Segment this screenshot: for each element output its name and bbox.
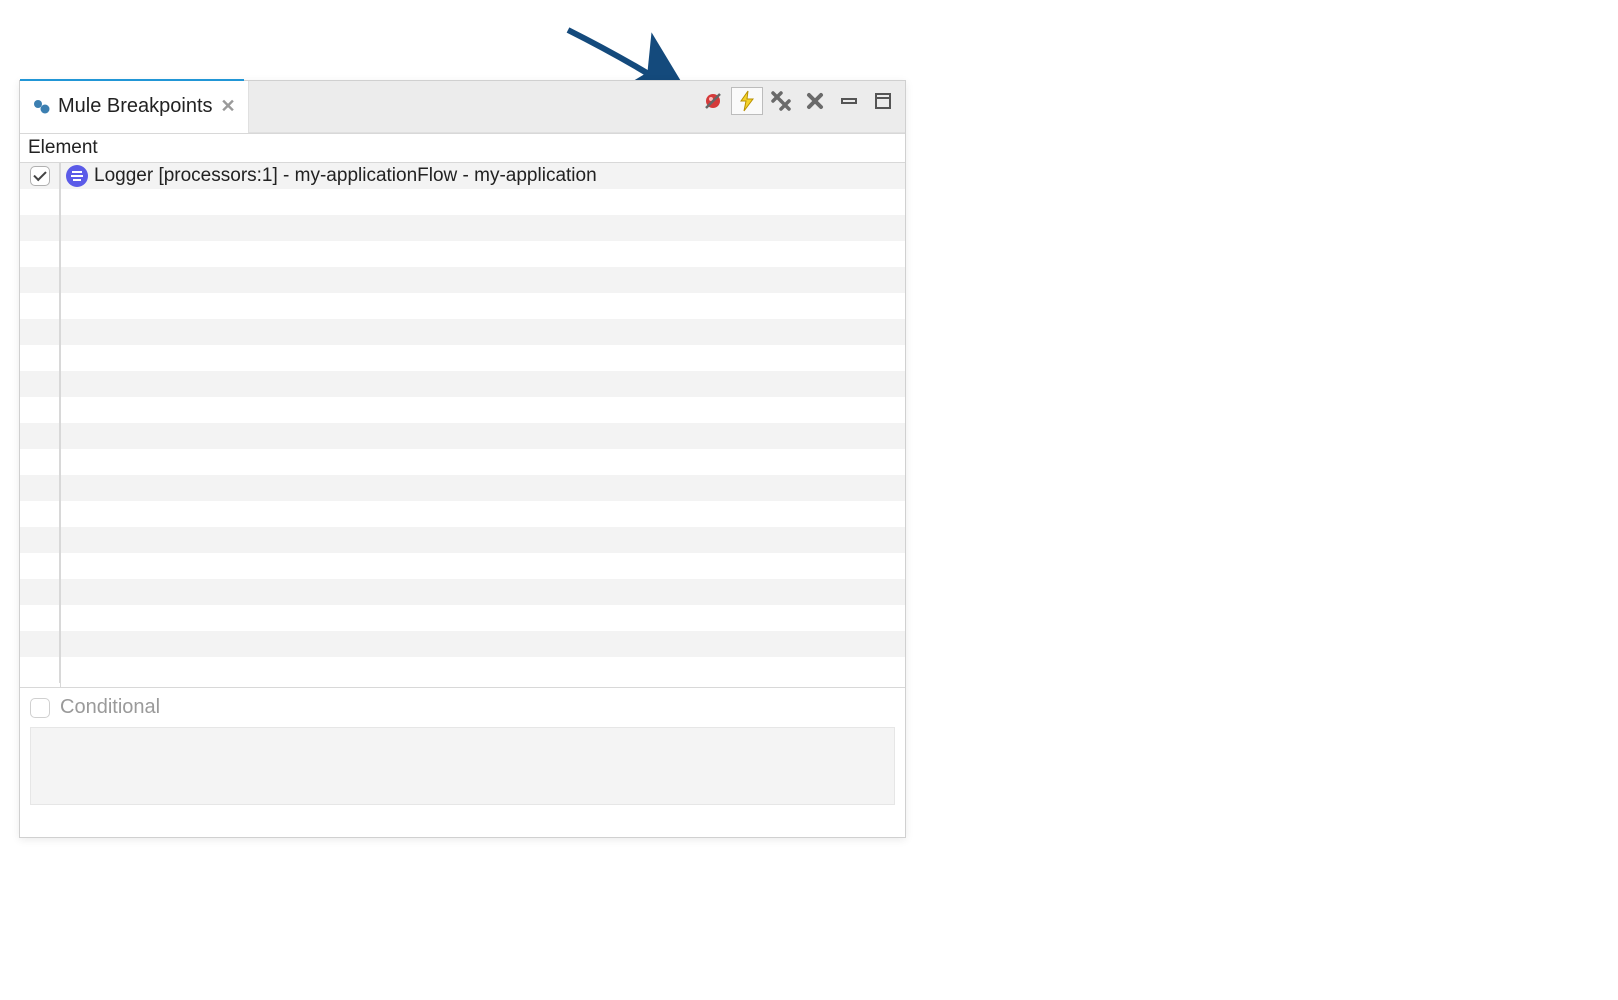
table-row <box>20 189 905 215</box>
table-row <box>20 293 905 319</box>
table-row <box>20 501 905 527</box>
table-row <box>20 553 905 579</box>
table-row <box>20 345 905 371</box>
row-checkbox-cell <box>20 397 60 423</box>
row-checkbox-cell <box>20 553 60 579</box>
row-checkbox-cell <box>20 605 60 631</box>
logger-icon <box>66 165 88 187</box>
row-checkbox-cell <box>20 449 60 475</box>
table-row <box>20 475 905 501</box>
close-tab-icon[interactable]: ✕ <box>219 96 238 117</box>
double-x-icon <box>770 90 792 112</box>
column-header-element[interactable]: Element <box>20 133 905 163</box>
table-row <box>20 605 905 631</box>
table-row <box>20 319 905 345</box>
column-header-label: Element <box>28 137 98 159</box>
table-row <box>20 423 905 449</box>
table-row <box>20 371 905 397</box>
row-checkbox-cell <box>20 163 60 189</box>
table-row <box>20 397 905 423</box>
breakpoint-enabled-checkbox[interactable] <box>30 166 50 186</box>
row-checkbox-cell <box>20 501 60 527</box>
maximize-icon <box>874 92 892 110</box>
row-checkbox-cell <box>20 189 60 215</box>
lightning-icon <box>737 90 757 112</box>
row-checkbox-cell <box>20 241 60 267</box>
row-checkbox-cell <box>20 215 60 241</box>
row-checkbox-cell <box>20 527 60 553</box>
row-checkbox-cell <box>20 423 60 449</box>
breakpoint-label: Logger [processors:1] - my-applicationFl… <box>94 165 597 187</box>
breakpoints-table: Logger [processors:1] - my-applicationFl… <box>20 163 905 687</box>
table-row[interactable]: Logger [processors:1] - my-applicationFl… <box>20 163 905 189</box>
maximize-button[interactable] <box>867 87 899 115</box>
remove-breakpoint-button[interactable] <box>799 87 831 115</box>
row-checkbox-cell <box>20 267 60 293</box>
x-icon <box>805 91 825 111</box>
row-checkbox-cell <box>20 319 60 345</box>
row-checkbox-cell <box>20 371 60 397</box>
row-content: Logger [processors:1] - my-applicationFl… <box>60 165 597 187</box>
tab-bar: Mule Breakpoints ✕ <box>20 81 905 133</box>
row-checkbox-cell <box>20 475 60 501</box>
skip-breakpoint-icon <box>703 91 723 111</box>
minimize-button[interactable] <box>833 87 865 115</box>
table-row <box>20 215 905 241</box>
row-checkbox-cell <box>20 631 60 657</box>
row-checkbox-cell <box>20 293 60 319</box>
conditional-expression-input <box>30 727 895 805</box>
breakpoints-tab-icon <box>32 97 52 117</box>
column-divider <box>60 163 61 687</box>
exception-breakpoint-button[interactable] <box>731 87 763 115</box>
minimize-icon <box>840 92 858 110</box>
conditional-section: Conditional <box>20 687 905 813</box>
remove-all-breakpoints-button[interactable] <box>765 87 797 115</box>
row-checkbox-cell <box>20 345 60 371</box>
table-row <box>20 267 905 293</box>
conditional-checkbox <box>30 698 50 718</box>
conditional-label: Conditional <box>60 696 160 719</box>
row-checkbox-cell <box>20 579 60 605</box>
table-row <box>20 241 905 267</box>
table-row <box>20 631 905 657</box>
row-checkbox-cell <box>20 657 60 683</box>
table-row <box>20 449 905 475</box>
table-row <box>20 657 905 683</box>
skip-breakpoints-button[interactable] <box>697 87 729 115</box>
table-row <box>20 527 905 553</box>
tab-title: Mule Breakpoints <box>58 95 213 118</box>
tab-mule-breakpoints[interactable]: Mule Breakpoints ✕ <box>20 81 249 133</box>
toolbar <box>697 81 899 133</box>
table-row <box>20 579 905 605</box>
breakpoints-panel: Mule Breakpoints ✕ <box>19 80 906 838</box>
